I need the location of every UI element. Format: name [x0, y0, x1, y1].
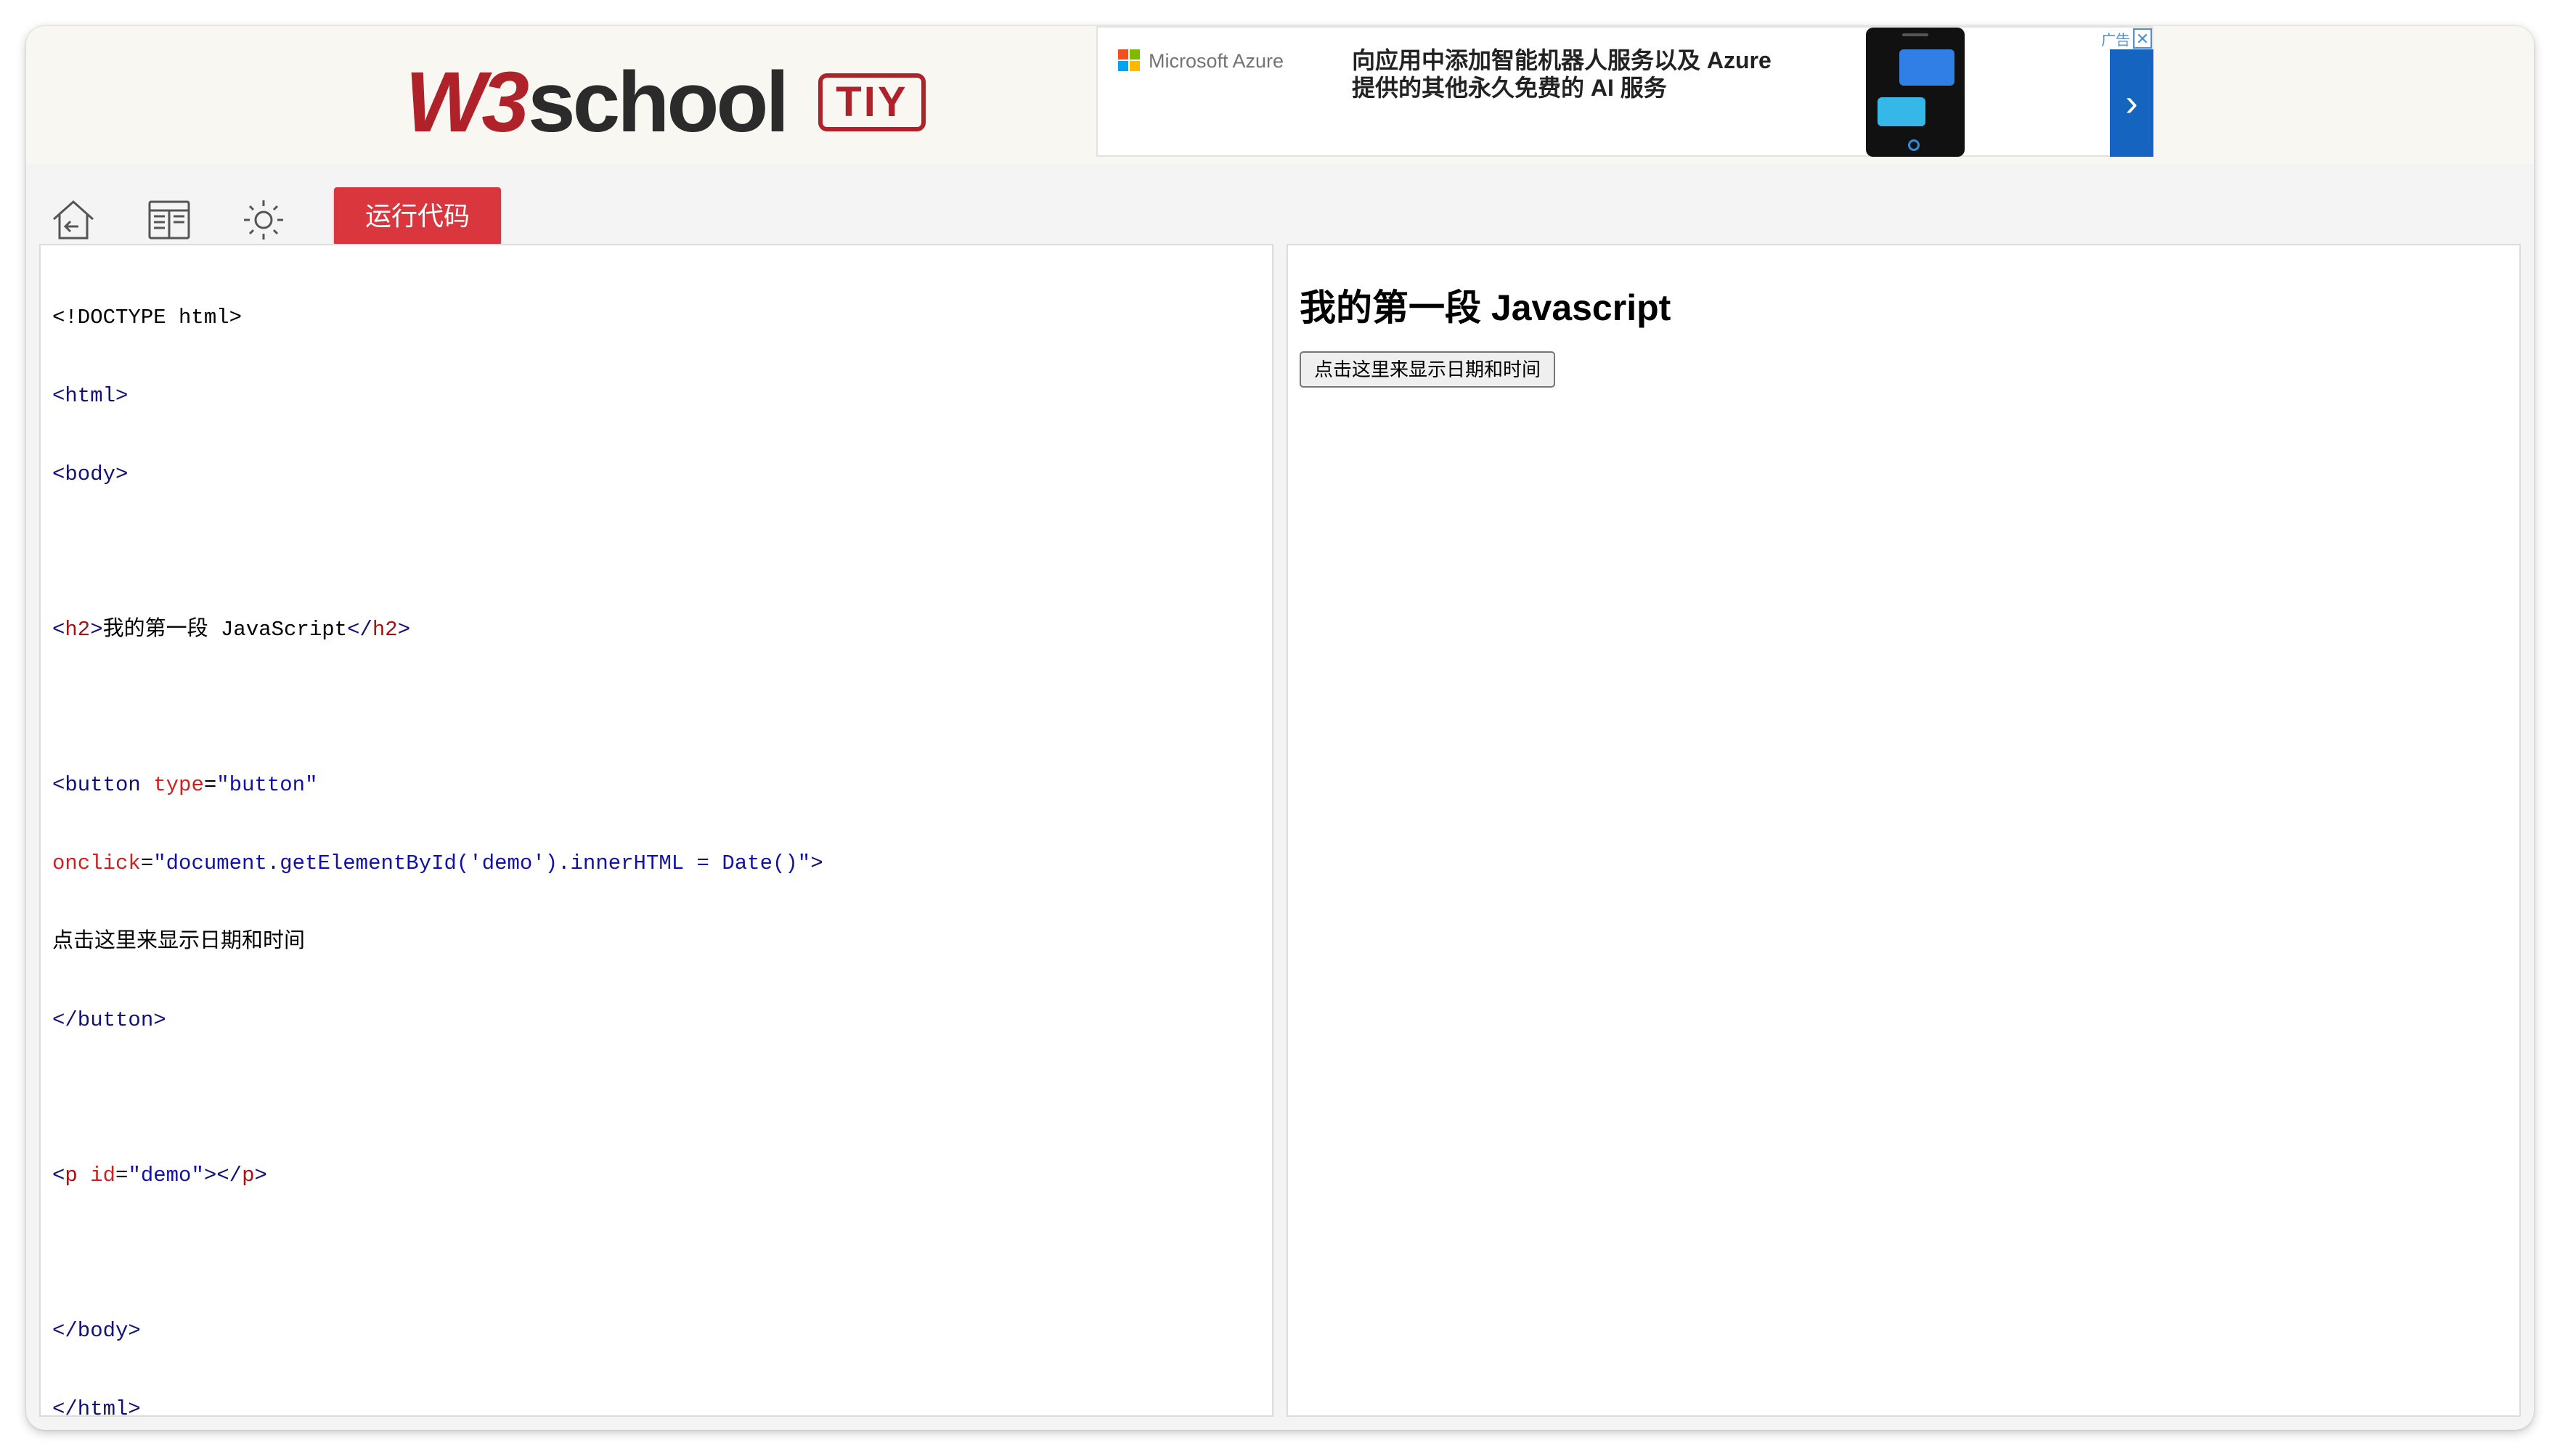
ad-text: 向应用中添加智能机器人服务以及 Azure 提供的其他永久免费的 AI 服务 [1352, 46, 1817, 102]
code-onclick-value: "document.getElementById('demo').innerHT… [153, 851, 811, 875]
result-frame: 我的第一段 Javascript 点击这里来显示日期和时间 [1287, 244, 2521, 1417]
code-p-id-value: "demo" [128, 1163, 204, 1187]
code-line-onclick: onclick="document.getElementById('demo')… [52, 851, 823, 875]
ad-label: 广告 [2101, 32, 2130, 49]
ad-line-2: 提供的其他永久免费的 AI 服务 [1352, 75, 1667, 101]
ad-brand: Microsoft Azure [1149, 50, 1284, 72]
ad-line-1: 向应用中添加智能机器人服务以及 Azure [1352, 47, 1772, 73]
theme-sun-icon[interactable] [238, 195, 289, 245]
code-h2-text: 我的第一段 JavaScript [102, 618, 348, 642]
logo-w3-text: W3 [405, 54, 529, 150]
w3school-logo[interactable]: W3 school TIY [405, 54, 926, 150]
layout-icon[interactable] [144, 195, 195, 245]
microsoft-logo-icon [1118, 49, 1140, 71]
tryit-window: W3 school TIY Microsoft Azure 向应用中添加智能机器… [26, 26, 2534, 1430]
code-line-html-close: </html> [52, 1397, 141, 1421]
phone-chat-illustration-icon [1866, 28, 1965, 157]
code-line-h2: <h2>我的第一段 JavaScript</h2> [52, 618, 411, 642]
code-line-html-open: <html> [52, 384, 129, 408]
logo-school-text: school [528, 54, 789, 150]
run-code-button[interactable]: 运行代码 [334, 187, 501, 245]
logo-tiy-badge: TIY [818, 73, 926, 131]
code-line-button-open: <button type="button" [52, 773, 318, 797]
code-editor[interactable]: <!DOCTYPE html> <html> <body> <h2>我的第一段 … [39, 244, 1273, 1421]
ad-close-icon[interactable]: ✕ [2133, 28, 2152, 49]
ad-banner[interactable]: Microsoft Azure 向应用中添加智能机器人服务以及 Azure 提供… [1096, 26, 2153, 157]
home-back-icon[interactable] [48, 195, 99, 245]
result-heading: 我的第一段 Javascript [1300, 287, 1671, 328]
show-date-button[interactable]: 点击这里来显示日期和时间 [1300, 351, 1556, 388]
code-line-p: <p id="demo"></p> [52, 1163, 267, 1187]
ad-label-group: 广告 ✕ [2098, 28, 2152, 49]
code-line-body-close: </body> [52, 1319, 141, 1343]
ad-next-button[interactable]: › [2110, 49, 2153, 157]
code-text[interactable]: <!DOCTYPE html> <html> <body> <h2>我的第一段 … [52, 253, 823, 1430]
code-line-body-open: <body> [52, 462, 129, 486]
code-button-type-value: "button" [216, 773, 318, 797]
code-line-button-text: 点击这里来显示日期和时间 [52, 930, 306, 954]
code-line-doctype: <!DOCTYPE html> [52, 306, 242, 330]
code-line-button-close: </button> [52, 1008, 166, 1032]
header-bar: W3 school TIY Microsoft Azure 向应用中添加智能机器… [26, 26, 2534, 164]
